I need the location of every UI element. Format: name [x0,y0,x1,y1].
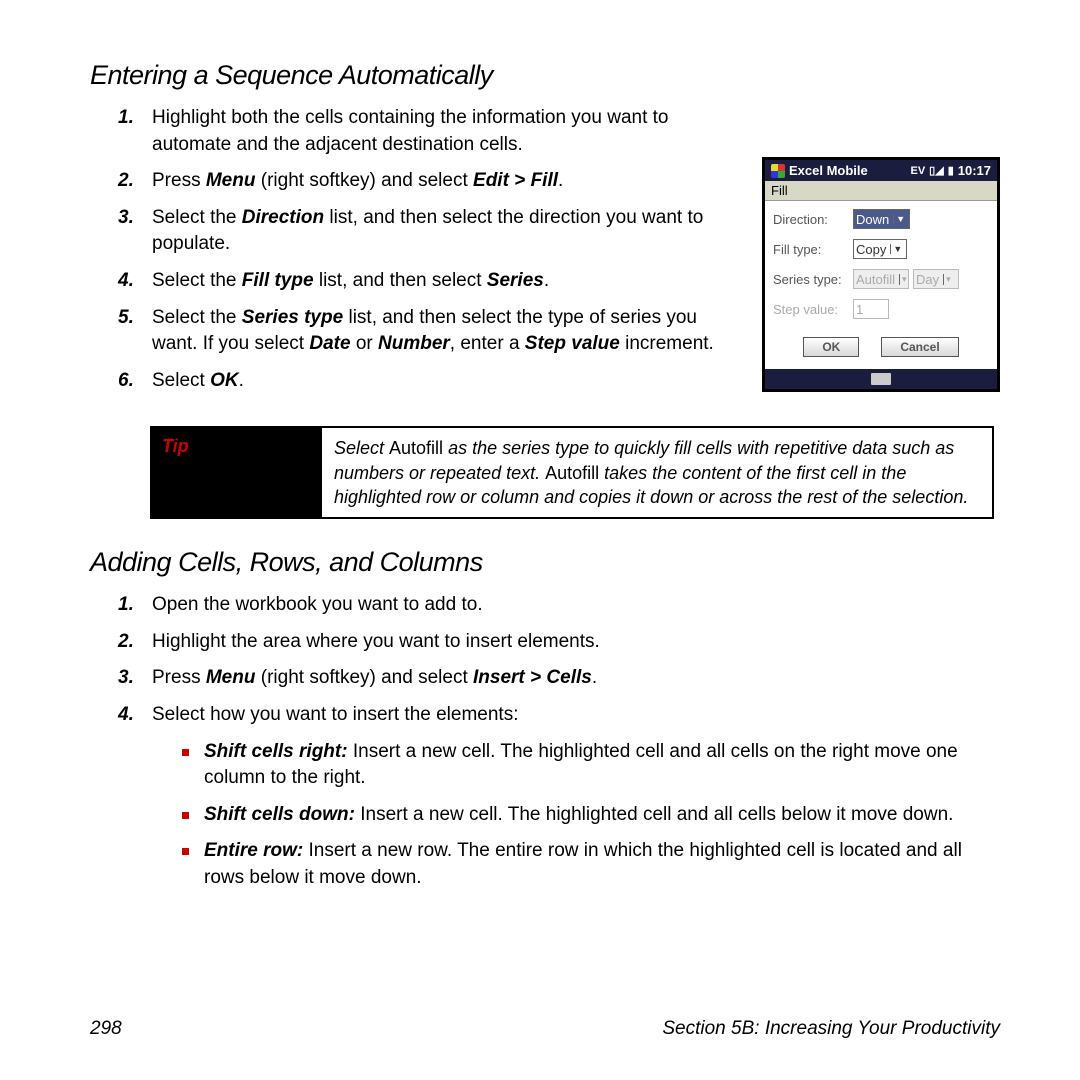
section-label: Section 5B: Increasing Your Productivity [662,1018,1000,1040]
start-icon [771,164,785,178]
stepvalue-input: 1 [853,299,889,319]
keyboard-icon[interactable] [871,373,891,385]
direction-label: Direction: [773,212,853,227]
dialog-title: Fill [765,181,997,201]
opt-shift-right: Shift cells right: Insert a new cell. Th… [204,739,1000,792]
ok-button[interactable]: OK [803,337,859,357]
insert-options: Shift cells right: Insert a new cell. Th… [152,739,1000,892]
chevron-down-icon: ▼ [890,244,904,254]
direction-dropdown[interactable]: Down▼ [853,209,910,229]
s2-step1: Open the workbook you want to add to. [152,592,1000,619]
footer: 298 Section 5B: Increasing Your Producti… [90,1018,1000,1040]
step6: Select OK. [152,368,744,395]
section1-steps: Highlight both the cells containing the … [90,105,744,394]
s2-step4: Select how you want to insert the elemen… [152,702,1000,892]
battery-icon: ▮ [948,164,954,177]
seriestype-dropdown: Autofill▾ [853,269,909,289]
page-number: 298 [90,1018,122,1040]
filltype-label: Fill type: [773,242,853,257]
device-titlebar: Excel Mobile EV ▯◢ ▮ 10:17 [765,160,997,181]
chevron-down-icon: ▼ [893,214,907,224]
step4: Select the Fill type list, and then sele… [152,268,744,295]
tip-box: Tip Select Autofill as the series type t… [150,426,994,519]
step1: Highlight both the cells containing the … [152,105,744,158]
ev-icon: EV [910,165,925,177]
chevron-down-icon: ▾ [899,274,909,285]
app-title: Excel Mobile [789,163,868,178]
step2: Press Menu (right softkey) and select Ed… [152,168,744,195]
device-bottombar [765,369,997,389]
step5: Select the Series type list, and then se… [152,305,744,358]
section1-title: Entering a Sequence Automatically [90,60,1000,91]
signal-icon: ▯◢ [929,164,944,177]
filltype-dropdown[interactable]: Copy▼ [853,239,907,259]
seriestype-label: Series type: [773,272,853,287]
tip-label: Tip [152,428,322,517]
device-screenshot: Excel Mobile EV ▯◢ ▮ 10:17 Fill Directio… [762,157,1000,408]
stepvalue-label: Step value: [773,302,853,317]
opt-shift-down: Shift cells down: Insert a new cell. The… [204,802,1000,829]
chevron-down-icon: ▾ [943,274,953,285]
cancel-button[interactable]: Cancel [881,337,958,357]
section2-steps: Open the workbook you want to add to. Hi… [90,592,1000,891]
step3: Select the Direction list, and then sele… [152,205,744,258]
opt-entire-row: Entire row: Insert a new row. The entire… [204,838,1000,891]
section2-title: Adding Cells, Rows, and Columns [90,547,1000,578]
seriestype-unit-dropdown: Day▾ [913,269,959,289]
s2-step2: Highlight the area where you want to ins… [152,629,1000,656]
clock: 10:17 [958,163,991,178]
s2-step3: Press Menu (right softkey) and select In… [152,665,1000,692]
tip-body: Select Autofill as the series type to qu… [322,428,992,517]
